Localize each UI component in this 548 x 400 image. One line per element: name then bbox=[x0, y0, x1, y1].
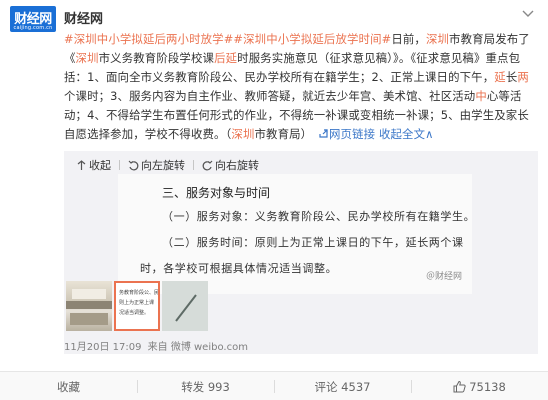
keyword-link[interactable]: 中 bbox=[475, 89, 487, 103]
collapse-icon bbox=[77, 159, 86, 170]
post-date[interactable]: 11月20日 17:09 bbox=[64, 342, 141, 353]
image-watermark: ＠财经网 bbox=[425, 272, 462, 282]
comment-label: 评论 4537 bbox=[314, 379, 371, 394]
like-button[interactable]: 75138 bbox=[411, 372, 548, 400]
thumbnail-text: 则上为正常上课 bbox=[119, 300, 155, 306]
media-box: 收起 向左旋转 向右旋转 三、服务对象与时间 （一）服务对象：义务教育阶段公、民… bbox=[64, 151, 538, 354]
post-text-segment: 市教育局） bbox=[254, 127, 313, 141]
rotate-left-label: 向左旋转 bbox=[141, 159, 185, 172]
large-image[interactable]: 三、服务对象与时间 （一）服务对象：义务教育阶段公、民办学校所有在籍学生。 （二… bbox=[118, 174, 472, 294]
comment-button[interactable]: 评论 4537 bbox=[274, 372, 411, 400]
post-text-segment: 市义务教育阶段学校课 bbox=[98, 51, 215, 65]
post-text-segment: 个课时；3、服务内容为自主作业、教师答疑，就近去少年宫、美术馆、社区活动 bbox=[64, 89, 476, 103]
repost-button[interactable]: 转发 993 bbox=[137, 372, 274, 400]
hashtag-link-2[interactable]: #深圳中小学拟延后放学时间# bbox=[233, 32, 391, 46]
repost-label: 转发 993 bbox=[181, 379, 230, 394]
keyword-link[interactable]: 后延 bbox=[214, 51, 237, 65]
thumbnail-selected[interactable]: 务教育阶段公、民 则上为正常上课 况适当调整。 bbox=[114, 281, 160, 331]
post-text-segment: 日前， bbox=[391, 32, 426, 46]
toolbar-divider bbox=[119, 160, 120, 170]
thumbnail[interactable] bbox=[162, 281, 208, 331]
post-source: 来自 微博 weibo.com bbox=[147, 342, 248, 353]
collapse-arrow-icon: ∧ bbox=[425, 127, 434, 141]
thumbnail-photo-icon bbox=[162, 281, 208, 331]
image-text-line: 时，各学校可根据具体情况适当调整。 bbox=[140, 262, 338, 275]
keyword-link[interactable]: 深圳 bbox=[76, 51, 99, 65]
collapse-text-label: 收起全文 bbox=[378, 127, 426, 141]
rotate-left-icon bbox=[128, 160, 139, 170]
web-link[interactable]: 网页链接 bbox=[329, 127, 375, 141]
toolbar-divider bbox=[193, 160, 194, 170]
hashtag-link[interactable]: #深圳中小学拟延后两小时放学# bbox=[64, 32, 233, 46]
thumbnail-photo-icon bbox=[66, 289, 112, 325]
collapse-text-link[interactable]: 收起全文∧ bbox=[379, 127, 434, 141]
thumbnail-text: 况适当调整。 bbox=[119, 310, 150, 316]
media-toolbar: 收起 向左旋转 向右旋转 bbox=[76, 157, 265, 173]
collapse-button[interactable]: 收起 bbox=[76, 157, 111, 173]
post-text: #深圳中小学拟延后两小时放学##深圳中小学拟延后放学时间#日前，深圳市教育局发布… bbox=[64, 30, 538, 144]
image-heading: 三、服务对象与时间 bbox=[162, 186, 271, 200]
rotate-right-icon bbox=[202, 160, 213, 170]
keyword-link[interactable]: 深圳 bbox=[426, 32, 449, 46]
thumbnail-text: 务教育阶段公、民 bbox=[119, 290, 160, 296]
weibo-post-card: 财经网 caijing.com.cn 财经网 #深圳中小学拟延后两小时放学##深… bbox=[0, 0, 548, 400]
keyword-link[interactable]: 延 bbox=[494, 70, 506, 84]
post-text-segment: 长 bbox=[505, 70, 518, 84]
collect-button[interactable]: 收藏 bbox=[0, 372, 137, 400]
collapse-label: 收起 bbox=[89, 159, 111, 172]
post-meta: 11月20日 17:09 来自 微博 weibo.com bbox=[64, 338, 248, 353]
avatar[interactable]: 财经网 caijing.com.cn bbox=[10, 6, 56, 32]
collect-label: 收藏 bbox=[57, 379, 80, 394]
rotate-left-button[interactable]: 向左旋转 bbox=[128, 157, 185, 173]
action-bar: 收藏 转发 993 评论 4537 75138 bbox=[0, 371, 548, 400]
image-text-line: （一）服务对象：义务教育阶段公、民办学校所有在籍学生。 bbox=[162, 210, 472, 223]
rotate-right-label: 向右旋转 bbox=[215, 159, 259, 172]
thumbs-up-icon bbox=[453, 380, 466, 393]
link-icon bbox=[319, 129, 328, 138]
like-count: 75138 bbox=[469, 379, 506, 394]
thumbnail[interactable] bbox=[66, 281, 112, 331]
rotate-right-button[interactable]: 向右旋转 bbox=[202, 157, 259, 173]
logo-subtext: caijing.com.cn bbox=[13, 25, 53, 31]
chevron-down-icon[interactable] bbox=[522, 10, 534, 18]
image-text-line: （二）服务时间：原则上为正常上课日的下午，延长两个课 bbox=[162, 236, 464, 249]
source-link[interactable]: 深圳 bbox=[231, 127, 254, 141]
keyword-link[interactable]: 两 bbox=[517, 70, 529, 84]
author-name[interactable]: 财经网 bbox=[64, 8, 103, 27]
